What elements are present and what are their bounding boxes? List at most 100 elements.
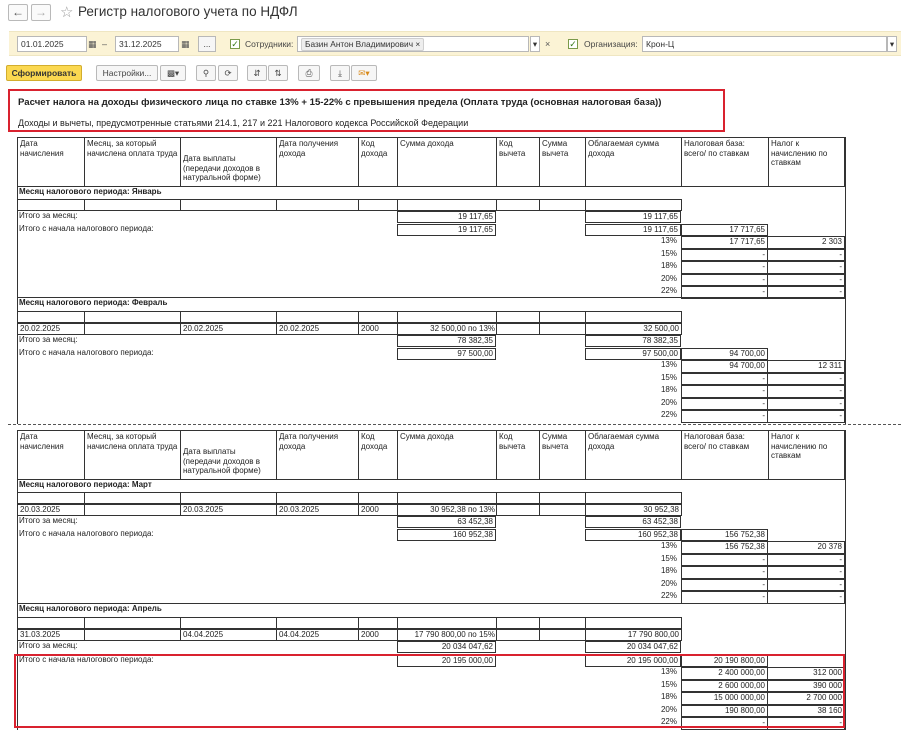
cell-date-received <box>276 492 359 504</box>
forward-button[interactable]: → <box>31 4 51 21</box>
table-line <box>17 479 845 480</box>
empty-cell <box>84 199 181 211</box>
rate-tax-due-15: - <box>768 372 845 385</box>
month-heading: Месяц налогового периода: Январь <box>19 187 162 196</box>
table-header-income-sum: Сумма дохода <box>397 137 496 187</box>
table-header-deduction-code: Код вычета <box>496 430 539 480</box>
table-header-tax-base: Налоговая база: всего/ по ставкам <box>681 430 768 480</box>
settings-button[interactable]: Настройки... <box>96 65 158 81</box>
month-total-income: 78 382,35 <box>397 335 496 347</box>
calendar-icon[interactable]: ▦ <box>181 36 190 52</box>
table-header-date-received: Дата получения дохода <box>276 137 358 187</box>
rate-tax-base-18: - <box>681 566 768 579</box>
table-header-deduction-sum: Сумма вычета <box>539 137 585 187</box>
highlight-box-totals <box>14 654 845 728</box>
table-border-left <box>17 137 18 424</box>
cell-date-received <box>276 617 359 629</box>
clear-employee-icon[interactable]: × <box>545 36 550 52</box>
rate-tax-due-18: - <box>768 261 845 274</box>
rate-tax-base-20: - <box>681 273 768 286</box>
table-header-income-sum: Сумма дохода <box>397 430 496 480</box>
empty-cell <box>84 504 181 516</box>
table-header-tax-base: Налоговая база: всего/ по ставкам <box>681 137 768 187</box>
rate-tax-base-20: - <box>681 397 768 410</box>
cell-income-code <box>358 199 398 211</box>
table-header-date-accrual: Дата начисления <box>17 137 84 187</box>
close-icon[interactable]: × <box>415 39 420 49</box>
save-button[interactable]: ⤓ <box>330 65 350 81</box>
cell-date-received <box>276 199 359 211</box>
table-header-taxable-sum: Облагаемая сумма дохода <box>585 430 681 480</box>
rate-label-15: 15% <box>660 553 677 563</box>
rate-tax-base-15: - <box>681 553 768 566</box>
empty-cell <box>84 629 181 641</box>
month-heading: Месяц налогового периода: Февраль <box>19 298 168 307</box>
cell-date-accrual <box>17 199 85 211</box>
table-header-tax-due: Налог к начислению по ставкам <box>768 430 845 480</box>
table-header-deduction-sum: Сумма вычета <box>539 430 585 480</box>
rate-tax-due-15: - <box>768 553 845 566</box>
table-border-right <box>845 137 846 424</box>
back-button[interactable]: ← <box>8 4 28 21</box>
rate-tax-due-22: - <box>768 410 845 423</box>
month-heading: Месяц налогового периода: Март <box>19 480 152 489</box>
cell-income-code <box>358 617 398 629</box>
cell-date-payout <box>180 492 277 504</box>
expand-groups-button[interactable]: ⇵ <box>247 65 267 81</box>
table-header-date-payout: Дата выплаты (передачи доходов в натурал… <box>180 137 276 187</box>
rate-tax-due-18: - <box>768 566 845 579</box>
date-from-input[interactable]: 01.01.2025 <box>17 36 87 52</box>
search-replace-button[interactable]: ⟳ <box>218 65 238 81</box>
download-icon: ⤓ <box>338 68 342 78</box>
cell-date-received: 04.04.2025 <box>276 629 359 641</box>
month-total-income: 20 034 047,62 <box>397 641 496 653</box>
ytd-total-label: Итого с начала налогового периода: <box>19 348 154 357</box>
favorite-star-icon[interactable]: ☆ <box>60 3 73 21</box>
cell-income-sum <box>397 311 497 323</box>
search-button[interactable]: ⚲ <box>196 65 216 81</box>
rate-tax-due-13: 20 378 <box>768 541 845 554</box>
organization-checkbox[interactable]: ✓ <box>568 39 578 49</box>
cell-date-received: 20.03.2025 <box>276 504 359 516</box>
rate-tax-due-18: - <box>768 385 845 398</box>
cell-income-sum: 17 790 800,00 по 15% <box>397 629 497 641</box>
empty-cell <box>539 199 586 211</box>
cell-date-accrual: 31.03.2025 <box>17 629 85 641</box>
cell-date-payout: 20.02.2025 <box>180 323 277 335</box>
table-header-date-received: Дата получения дохода <box>276 430 358 480</box>
variants-button[interactable]: ▩▾ <box>160 65 186 81</box>
period-select-button[interactable]: ... <box>198 36 216 52</box>
filter-bar: 01.01.2025 ▦ – 31.12.2025 ▦ ... ✓ Сотруд… <box>9 31 901 56</box>
rate-tax-due-15: - <box>768 248 845 261</box>
empty-cell <box>496 492 540 504</box>
table-border-right <box>845 430 846 730</box>
rate-tax-due-20: - <box>768 578 845 591</box>
month-total-label: Итого за месяц: <box>19 335 78 344</box>
calendar-icon[interactable]: ▦ <box>88 36 97 52</box>
generate-button[interactable]: Сформировать <box>6 65 82 81</box>
printer-icon: ⎙ <box>305 68 313 78</box>
organization-dropdown-button[interactable]: ▾ <box>887 36 897 52</box>
print-button[interactable]: ⎙ <box>298 65 320 81</box>
collapse-groups-button[interactable]: ⇅ <box>268 65 288 81</box>
employee-checkbox[interactable]: ✓ <box>230 39 240 49</box>
date-to-input[interactable]: 31.12.2025 <box>115 36 179 52</box>
employee-tag[interactable]: Базин Антон Владимирович × <box>301 38 425 51</box>
send-button[interactable]: ✉▾ <box>351 65 377 81</box>
rate-tax-base-22: - <box>681 410 768 423</box>
chevron-down-icon: ▾ <box>889 39 895 49</box>
cell-date-payout <box>180 311 277 323</box>
empty-cell <box>84 311 181 323</box>
employee-dropdown-button[interactable]: ▾ <box>530 36 540 52</box>
cell-date-accrual: 20.02.2025 <box>17 323 85 335</box>
employee-label: Сотрудники: <box>245 39 294 49</box>
rate-label-22: 22% <box>660 591 677 600</box>
month-heading: Месяц налогового периода: Апрель <box>19 604 162 613</box>
rate-label-18: 18% <box>660 261 677 270</box>
organization-field[interactable]: Крон-Ц <box>642 36 887 52</box>
organization-label: Организация: <box>584 39 638 49</box>
search-icon: ⚲ <box>202 68 210 78</box>
empty-cell <box>496 199 540 211</box>
employee-field[interactable]: Базин Антон Владимирович × <box>297 36 529 52</box>
variants-icon: ▩▾ <box>166 68 180 78</box>
